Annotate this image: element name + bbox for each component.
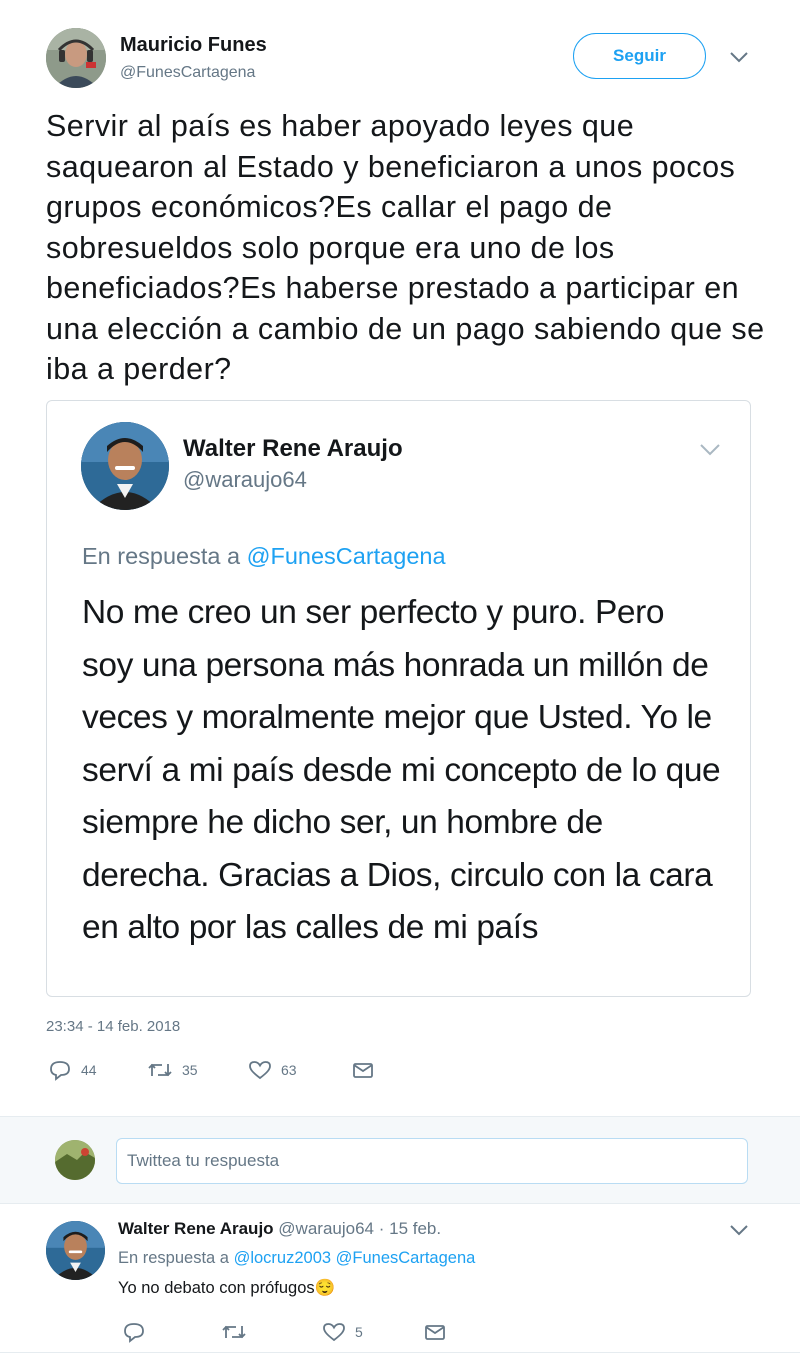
reply-composer (0, 1116, 800, 1204)
chevron-down-icon[interactable] (698, 442, 722, 463)
quoted-author-handle[interactable]: @waraujo64 (183, 467, 307, 493)
reply-author-handle[interactable]: @waraujo64 (278, 1219, 374, 1238)
reply-header: Walter Rene Araujo @waraujo64 · 15 feb. (118, 1219, 441, 1239)
reply-icon (50, 1061, 70, 1081)
like-count: 5 (355, 1324, 363, 1340)
retweet-icon (148, 1063, 172, 1077)
quoted-author-avatar[interactable] (81, 422, 169, 510)
relieved-face-emoji: 😌 (314, 1279, 336, 1297)
divider (0, 1352, 800, 1353)
chevron-down-icon[interactable] (728, 50, 750, 69)
author-avatar[interactable] (46, 28, 106, 88)
like-icon (249, 1061, 271, 1080)
like-icon (323, 1323, 345, 1342)
reply-input[interactable] (116, 1138, 748, 1184)
chevron-down-icon[interactable] (728, 1223, 750, 1242)
reply-button[interactable]: 44 (48, 1056, 97, 1084)
like-count: 63 (281, 1062, 297, 1078)
tweet-timestamp[interactable]: 23:34 - 14 feb. 2018 (46, 1018, 180, 1035)
current-user-avatar (55, 1140, 95, 1180)
retweet-icon (222, 1325, 246, 1339)
reply-date[interactable]: · 15 feb. (379, 1219, 441, 1238)
direct-message-button[interactable] (351, 1056, 375, 1084)
in-reply-prefix: En respuesta a (118, 1249, 234, 1267)
quoted-author-name[interactable]: Walter Rene Araujo (183, 435, 403, 463)
reply-count: 44 (81, 1062, 97, 1078)
reply-author-avatar[interactable] (46, 1221, 105, 1280)
message-icon (425, 1325, 445, 1340)
author-handle[interactable]: @FunesCartagena (120, 64, 255, 82)
follow-button[interactable]: Seguir (573, 33, 706, 79)
tweet-text: Servir al país es haber apoyado leyes qu… (46, 109, 765, 386)
direct-message-button[interactable] (423, 1318, 447, 1346)
mention-link[interactable]: @FunesCartagena (336, 1249, 476, 1267)
reply-tweet[interactable]: Walter Rene Araujo @waraujo64 · 15 feb. … (0, 1205, 800, 1366)
mention-link[interactable]: @locruz2003 (234, 1249, 331, 1267)
like-button[interactable]: 63 (248, 1056, 297, 1084)
reply-button[interactable] (122, 1318, 146, 1346)
retweet-count: 35 (182, 1062, 198, 1078)
like-button[interactable]: 5 (322, 1318, 363, 1346)
retweet-button[interactable] (221, 1318, 247, 1346)
mention-link[interactable]: @FunesCartagena (247, 543, 446, 569)
reply-text: Yo no debato con prófugos😌 (118, 1279, 335, 1298)
message-icon (353, 1063, 373, 1078)
in-reply-prefix: En respuesta a (82, 543, 247, 569)
reply-author-name[interactable]: Walter Rene Araujo (118, 1219, 274, 1238)
reply-text-body: Yo no debato con prófugos (118, 1279, 315, 1297)
retweet-button[interactable]: 35 (147, 1056, 198, 1084)
author-name[interactable]: Mauricio Funes (120, 34, 267, 57)
reply-in-reply-to: En respuesta a @locruz2003 @FunesCartage… (118, 1249, 475, 1268)
quoted-text: No me creo un ser perfecto y puro. Pero … (82, 594, 721, 946)
quoted-in-reply-to: En respuesta a @FunesCartagena (82, 543, 446, 570)
reply-icon (124, 1323, 144, 1343)
quoted-tweet[interactable]: Walter Rene Araujo @waraujo64 En respues… (46, 400, 751, 997)
